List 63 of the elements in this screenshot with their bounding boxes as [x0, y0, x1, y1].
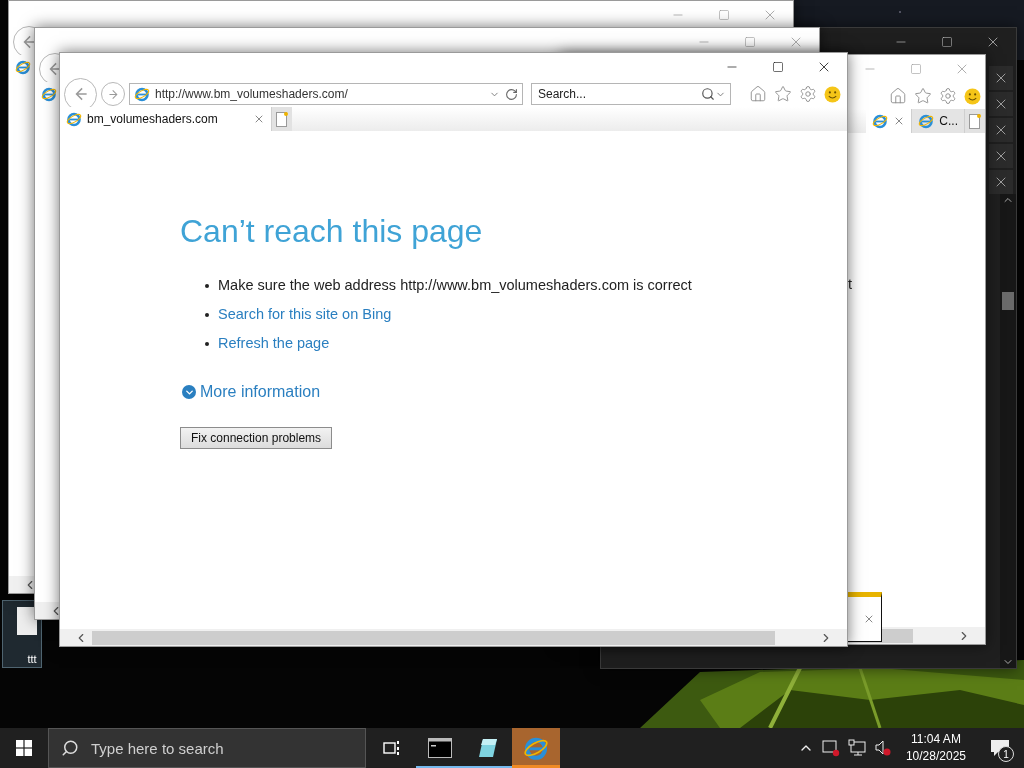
terminal-icon: [428, 738, 452, 758]
close-button[interactable]: [989, 118, 1013, 142]
browser-logo-icon: [523, 735, 549, 761]
taskbar-search-field[interactable]: Type here to search: [48, 728, 366, 768]
notification-count: 1: [998, 746, 1014, 762]
new-tab-icon: [969, 113, 981, 129]
windows-logo-icon: [16, 740, 32, 756]
browser-logo-icon: [872, 113, 889, 129]
search-icon: [61, 739, 79, 757]
search-field[interactable]: Search...: [531, 83, 731, 105]
close-button[interactable]: [989, 92, 1013, 116]
scrollbar-thumb[interactable]: [1002, 292, 1014, 310]
smiley-icon[interactable]: [964, 87, 981, 105]
new-tab-button[interactable]: [965, 109, 985, 133]
remote-icon[interactable]: [821, 739, 840, 757]
settings-icon[interactable]: [939, 87, 957, 105]
notepad-icon: [477, 737, 499, 759]
error-heading: Can’t reach this page: [180, 213, 483, 250]
browser-logo-icon: [15, 59, 31, 75]
page-text: t: [848, 276, 853, 292]
bullet-icon: [205, 312, 209, 317]
search-input[interactable]: Type here to search: [89, 738, 353, 758]
network-icon[interactable]: [847, 739, 866, 757]
close-button[interactable]: [989, 66, 1013, 90]
help-link[interactable]: Search for this site on Bing: [218, 305, 392, 324]
maximize-icon[interactable]: [718, 9, 730, 21]
desktop-icon[interactable]: ttt: [2, 600, 42, 668]
browser-tab[interactable]: bm_volumeshaders.com: [60, 107, 272, 131]
maximize-icon[interactable]: [772, 61, 784, 73]
browser-logo-icon: [41, 86, 57, 102]
browser-logo-icon: [66, 111, 82, 127]
browser-logo-icon: [918, 113, 935, 129]
bullet-icon: [205, 341, 209, 346]
suggestion-text: Make sure the web address http://www.bm_volumeshaders.com is correct: [218, 276, 692, 295]
settings-icon[interactable]: [799, 85, 817, 103]
maximize-icon[interactable]: [744, 36, 756, 48]
task-view-icon: [383, 740, 401, 756]
browser-logo-icon: [134, 86, 150, 102]
smiley-icon[interactable]: [824, 85, 841, 103]
home-icon[interactable]: [749, 85, 767, 103]
more-information-toggle[interactable]: More information: [180, 383, 321, 401]
close-button[interactable]: [989, 144, 1013, 168]
bullet-icon: [205, 283, 209, 288]
browser-tab[interactable]: C...: [912, 109, 965, 133]
favorites-icon[interactable]: [774, 85, 792, 103]
new-tab-button[interactable]: [271, 107, 292, 131]
forward-button[interactable]: [101, 82, 125, 106]
home-icon[interactable]: [889, 87, 907, 105]
search-icon[interactable]: [701, 87, 715, 101]
close-button[interactable]: [989, 170, 1013, 194]
maximize-icon[interactable]: [941, 36, 953, 48]
address-bar[interactable]: http://www.bm_volumeshaders.com/: [129, 83, 523, 105]
fix-connection-button[interactable]: Fix connection problems: [180, 427, 333, 449]
scrollbar-thumb[interactable]: [92, 630, 775, 645]
favorites-icon[interactable]: [914, 87, 932, 105]
help-link[interactable]: Refresh the page: [218, 334, 330, 353]
clock[interactable]: 11:04 AM 10/28/2025: [905, 731, 966, 765]
action-center-button[interactable]: 1: [980, 728, 1020, 768]
chevron-icon: [182, 385, 196, 399]
new-tab-icon: [275, 111, 288, 127]
refresh-icon[interactable]: [505, 87, 518, 101]
muted-speaker-icon[interactable]: [873, 739, 892, 757]
forward-arrow-icon: [106, 87, 120, 101]
